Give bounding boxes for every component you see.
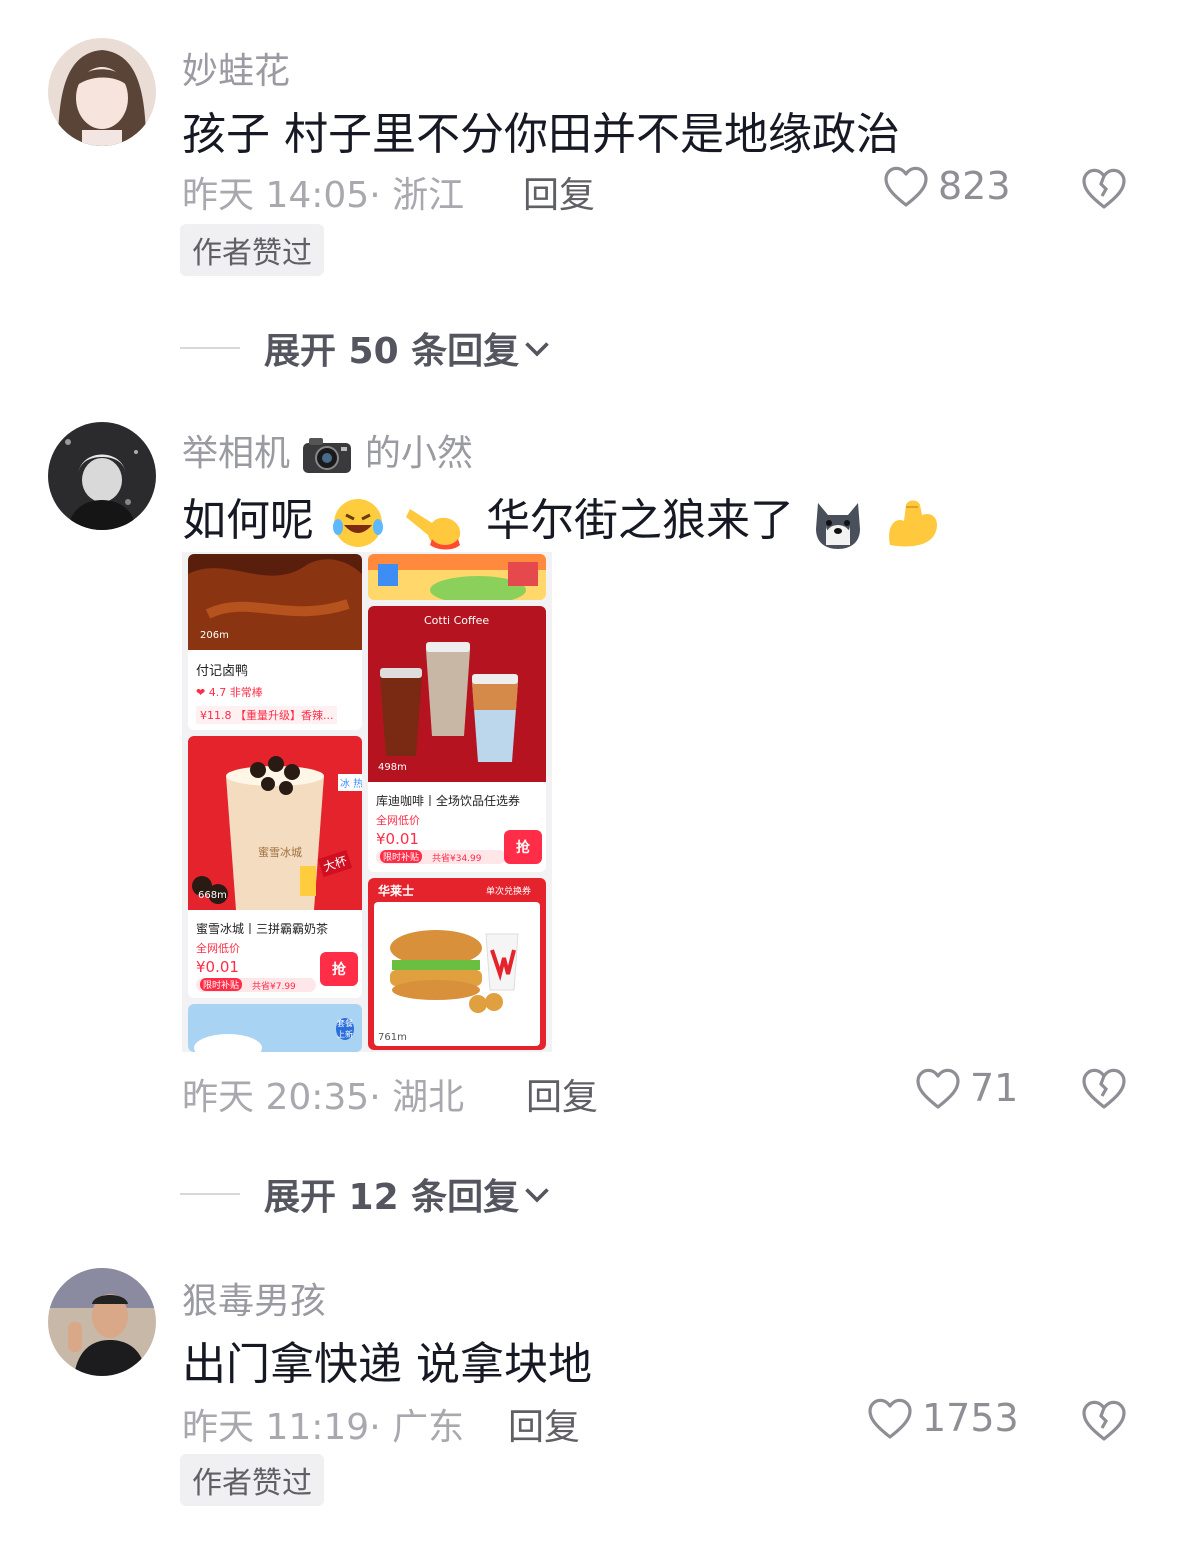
username[interactable]: 狠毒男孩 — [182, 1272, 326, 1324]
lowest-price-label: 全网低价 — [196, 942, 240, 955]
comment-item: 狠毒男孩 出门拿快递 说拿块地 昨天 11:19· 广东 回复 1753 作者赞… — [0, 1250, 1179, 1543]
deal-card-burger: 华莱士 单次兑换券 761m — [368, 878, 546, 1050]
distance-label: 498m — [378, 762, 407, 773]
deal-card-partial: 套餐上新 — [188, 1004, 362, 1052]
heart-rating-icon: ❤ — [196, 686, 206, 699]
avatar[interactable] — [48, 422, 156, 530]
expand-replies-button[interactable]: 展开 50 条回复 — [180, 322, 555, 374]
price: ¥0.01 — [196, 958, 239, 976]
cup-brand: 蜜雪冰城 — [258, 846, 302, 859]
coupon-label: 单次兑换券 — [486, 887, 532, 897]
heart-outline-icon — [868, 1398, 912, 1439]
expand-replies-label: 展开 12 条回复 — [264, 1177, 520, 1218]
deal-card-milk-tea: 蜜雪冰城 冰 热 大杯 668m 蜜雪冰城丨三拼霸霸奶茶 全网低价 ¥0.01 … — [188, 736, 362, 998]
username[interactable]: 举相机 的小然 — [182, 424, 473, 476]
divider-line — [180, 347, 240, 349]
dislike-button[interactable] — [1080, 1398, 1128, 1446]
rating-text: 4.7 非常棒 — [208, 686, 263, 699]
deal-card-duck: 206m 付记卤鸭 ❤ 4.7 非常棒 ¥11.8 【重量升级】香辣... — [188, 554, 362, 730]
broken-heart-icon — [1082, 1068, 1126, 1109]
distance-label: 761m — [378, 1032, 407, 1043]
like-count: 823 — [938, 164, 1011, 208]
heart-outline-icon — [884, 166, 928, 207]
subsidy-tag: 限时补贴 — [380, 850, 423, 863]
like-count: 1753 — [922, 1396, 1019, 1440]
comment-text-part: 如何呢 — [182, 495, 314, 546]
subsidy-tag: 限时补贴 — [200, 978, 243, 991]
brand-label: 华莱士 — [378, 884, 415, 898]
like-count: 71 — [970, 1066, 1019, 1110]
comment-item: 妙蛙花 孩子 村子里不分你田并不是地缘政治 昨天 14:05· 浙江 回复 82… — [0, 0, 1179, 300]
reply-button[interactable]: 回复 — [508, 1398, 580, 1450]
comment-time: 昨天 14:05 — [182, 175, 370, 216]
chevron-down-icon — [525, 342, 549, 357]
shop-name: 付记卤鸭 — [196, 664, 249, 679]
expand-replies-button[interactable]: 展开 12 条回复 — [180, 1168, 555, 1220]
rofl-emoji — [333, 499, 383, 547]
brand-label: Cotti Coffee — [424, 614, 490, 627]
coffee-photo — [368, 606, 546, 782]
heart-outline-icon — [916, 1068, 960, 1109]
divider-line — [180, 1193, 240, 1195]
comment-image[interactable]: 206m 付记卤鸭 ❤ 4.7 非常棒 ¥11.8 【重量升级】香辣... Co… — [182, 552, 552, 1052]
price: ¥0.01 — [376, 830, 419, 848]
comment-location: 广东 — [392, 1407, 465, 1448]
distance-label: 206m — [200, 630, 229, 641]
meta-separator: · — [369, 1077, 393, 1118]
author-liked-badge: 作者赞过 — [180, 224, 324, 276]
comment-text-part: 华尔街之狼来了 — [486, 495, 794, 546]
deal-text: ¥11.8 【重量升级】香辣... — [196, 706, 338, 724]
meta-separator: · — [369, 175, 393, 216]
wolf-dog-emoji — [816, 503, 860, 549]
username[interactable]: 妙蛙花 — [182, 42, 290, 94]
comment-text: 出门拿快递 说拿块地 — [182, 1339, 592, 1390]
comment-meta: 昨天 14:05· 浙江 — [182, 166, 464, 218]
comment-text: 如何呢 华尔街之狼来了 — [182, 484, 942, 551]
chevron-down-icon — [525, 1188, 549, 1203]
broken-heart-icon — [1082, 168, 1126, 209]
comment-meta: 昨天 20:35· 湖北 — [182, 1068, 464, 1120]
lowest-price-label: 全网低价 — [376, 814, 420, 827]
like-button[interactable]: 1753 — [866, 1396, 1019, 1440]
camera-emoji — [303, 438, 352, 473]
avatar[interactable] — [48, 1268, 156, 1376]
comment-text: 孩子 村子里不分你田并不是地缘政治 — [182, 109, 900, 160]
new-set-tag: 套餐上新 — [336, 1018, 354, 1040]
comment-meta: 昨天 11:19· 广东 — [182, 1398, 464, 1450]
saved-amount: 共省¥7.99 — [252, 982, 296, 992]
deal-card-coffee: Cotti Coffee 498m 库迪咖啡丨全场饮品任选券 全网低价 ¥0.0… — [368, 606, 546, 872]
shop-name: 库迪咖啡丨全场饮品任选券 — [376, 794, 521, 808]
saved-amount: 共省¥34.99 — [432, 854, 482, 864]
expand-replies-label: 展开 50 条回复 — [264, 331, 520, 372]
meta-separator: · — [369, 1407, 393, 1448]
grab-button[interactable]: 抢 — [320, 952, 358, 986]
avatar[interactable] — [48, 38, 156, 146]
broken-heart-icon — [1082, 1400, 1126, 1441]
username-part: 举相机 — [182, 433, 291, 474]
burger-photo — [368, 878, 546, 1050]
flexed-biceps-emoji — [889, 500, 938, 547]
dislike-button[interactable] — [1080, 1066, 1128, 1114]
comment-time: 昨天 20:35 — [182, 1077, 370, 1118]
comment-time: 昨天 11:19 — [182, 1407, 370, 1448]
pointing-hand-emoji — [406, 509, 461, 550]
temperature-tag: 冰 热 — [338, 774, 362, 791]
reply-button[interactable]: 回复 — [523, 166, 595, 218]
distance-label: 668m — [198, 890, 227, 901]
comment-location: 浙江 — [392, 175, 465, 216]
shop-name: 蜜雪冰城丨三拼霸霸奶茶 — [196, 922, 329, 936]
like-button[interactable]: 823 — [882, 164, 1011, 208]
reply-button[interactable]: 回复 — [526, 1068, 598, 1120]
milk-tea-photo — [188, 736, 362, 910]
like-button[interactable]: 71 — [914, 1066, 1018, 1110]
banner-strip — [368, 554, 546, 600]
author-liked-badge: 作者赞过 — [180, 1454, 324, 1506]
shop-rating: ❤ 4.7 非常棒 — [196, 684, 263, 700]
grab-button[interactable]: 抢 — [504, 830, 542, 864]
username-part: 的小然 — [364, 433, 473, 474]
comment-item: 举相机 的小然 如何呢 华尔街之狼来了 206m 付记卤鸭 ❤ 4.7 非常棒 … — [0, 400, 1179, 1120]
comment-location: 湖北 — [392, 1077, 465, 1118]
dislike-button[interactable] — [1080, 166, 1128, 214]
